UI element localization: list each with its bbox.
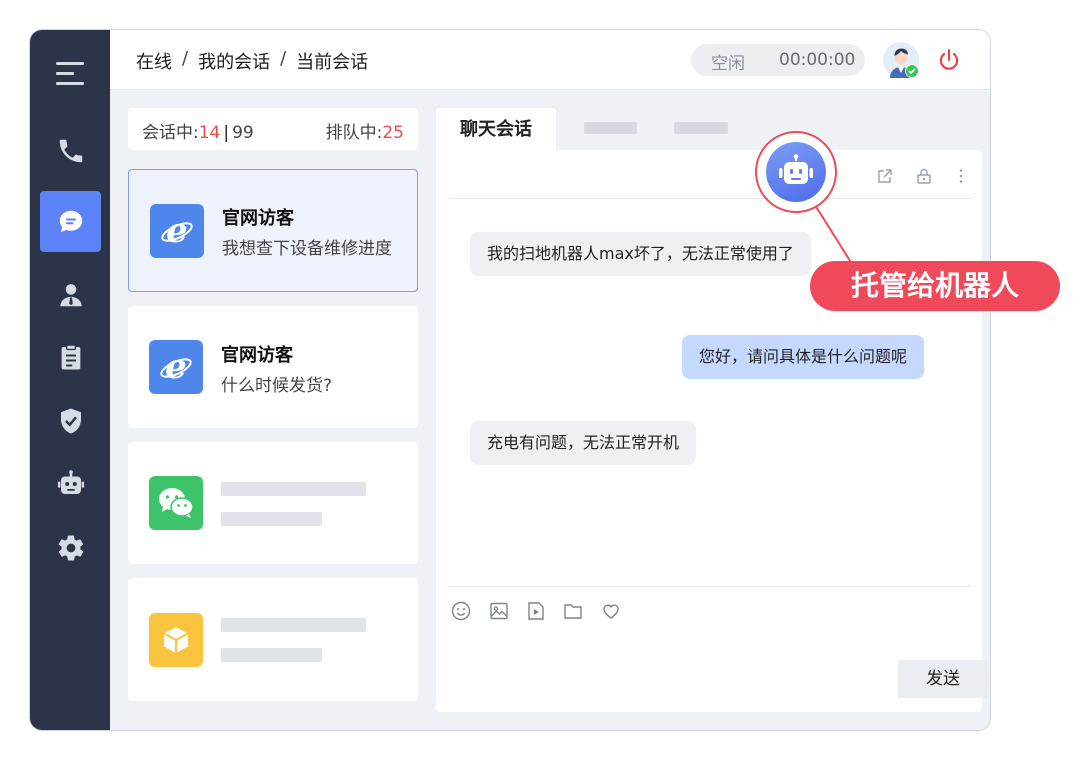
more-icon[interactable] [951, 166, 971, 186]
user-icon [59, 283, 82, 306]
video-icon[interactable] [525, 600, 547, 622]
emoji-icon[interactable] [450, 600, 472, 622]
svg-text:e: e [165, 349, 187, 385]
placeholder-bar [221, 618, 366, 632]
placeholder-bar [221, 512, 322, 526]
count-divider: | [223, 123, 230, 143]
divider [449, 586, 971, 587]
breadcrumb-separator: / [182, 48, 189, 69]
robot-icon [779, 154, 813, 184]
gear-icon [58, 535, 83, 560]
ie-icon: e [149, 340, 203, 394]
sidebar-item-security[interactable] [40, 390, 101, 451]
robot-takeover-callout: 托管给机器人 [810, 261, 1060, 311]
heart-icon[interactable] [600, 600, 622, 622]
placeholder-bar [221, 482, 366, 496]
session-counts: 会话中:14 | 99 排队中:25 [128, 108, 418, 150]
queue-count: 25 [382, 123, 404, 143]
session-title: 官网访客 [221, 345, 293, 366]
box-icon [149, 613, 203, 667]
session-preview: 我想查下设备维修进度 [222, 239, 392, 259]
breadcrumb-item[interactable]: 我的会话 [198, 48, 270, 74]
sidebar-item-contacts[interactable] [40, 264, 101, 325]
session-preview: 什么时候发货? [221, 376, 333, 396]
breadcrumb-separator: / [280, 48, 287, 69]
shield-check-icon [60, 408, 81, 433]
wechat-icon [149, 476, 203, 530]
session-card[interactable]: e 官网访客 我想查下设备维修进度 [128, 169, 418, 292]
tab-placeholder[interactable] [584, 122, 637, 134]
chat-icon [59, 210, 82, 232]
menu-icon[interactable] [56, 60, 86, 88]
chat-panel: 我的扫地机器人max坏了，无法正常使用了 您好，请问具体是什么问题呢 充电有问题… [436, 150, 982, 712]
session-title: 官网访客 [222, 208, 294, 229]
in-session-max: 99 [232, 123, 254, 143]
tab-chat[interactable]: 聊天会话 [436, 108, 556, 150]
transfer-icon[interactable] [875, 166, 895, 186]
clipboard-icon [61, 344, 80, 369]
ie-icon: e [150, 204, 204, 258]
breadcrumb-item: 当前会话 [296, 52, 369, 73]
folder-icon[interactable] [562, 600, 584, 622]
status-timer: 00:00:00 [779, 50, 856, 70]
phone-icon [59, 139, 82, 162]
agent-status[interactable]: 空闲 00:00:00 [691, 44, 865, 76]
lock-icon[interactable] [914, 166, 934, 186]
session-card[interactable] [128, 442, 418, 564]
power-icon[interactable] [936, 47, 962, 73]
message-visitor: 我的扫地机器人max坏了，无法正常使用了 [470, 232, 811, 276]
sidebar-item-robot[interactable] [40, 453, 101, 514]
session-card[interactable]: e 官网访客 什么时候发货? [128, 306, 418, 428]
avatar[interactable] [883, 42, 919, 78]
tab-placeholder[interactable] [674, 122, 728, 134]
in-session-label: 会话中: [142, 123, 199, 143]
robot-icon [57, 469, 84, 494]
svg-text:e: e [166, 213, 188, 249]
image-icon[interactable] [488, 600, 510, 622]
sidebar-item-chat[interactable] [40, 191, 101, 252]
divider [449, 198, 971, 199]
sidebar-item-phone[interactable] [40, 120, 101, 181]
sidebar-item-records[interactable] [40, 326, 101, 387]
breadcrumb: 在线 / 我的会话 / 当前会话 [136, 48, 368, 74]
breadcrumb-item[interactable]: 在线 [136, 48, 172, 74]
sidebar [30, 30, 110, 730]
status-label: 空闲 [711, 54, 745, 74]
sidebar-item-settings[interactable] [40, 517, 101, 578]
message-visitor: 充电有问题，无法正常开机 [470, 421, 697, 465]
app-window: 在线 / 我的会话 / 当前会话 空闲 00:00:00 会话中:14 | 99… [30, 30, 990, 730]
message-agent: 您好，请问具体是什么问题呢 [682, 335, 925, 379]
online-check-icon [905, 64, 919, 78]
queue-label: 排队中: [325, 123, 383, 143]
session-card[interactable] [128, 578, 418, 701]
top-bar: 在线 / 我的会话 / 当前会话 空闲 00:00:00 [110, 30, 990, 90]
placeholder-bar [221, 648, 322, 662]
in-session-count: 14 [198, 123, 221, 143]
robot-takeover-button[interactable] [755, 131, 837, 213]
send-button[interactable]: 发送 [898, 660, 988, 698]
